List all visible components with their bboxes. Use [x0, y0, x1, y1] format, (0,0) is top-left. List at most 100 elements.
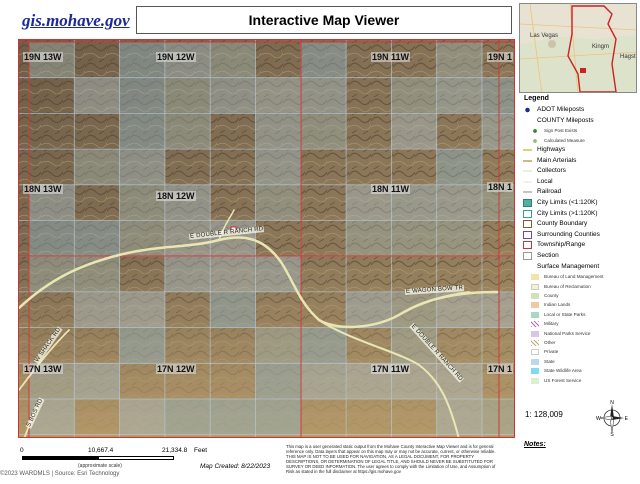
legend-symbol-icon [531, 368, 539, 375]
overview-label: Las Vegas [530, 33, 559, 39]
legend-symbol-icon [531, 358, 539, 365]
legend-item: Main Arterials [523, 156, 576, 166]
section-tint [300, 42, 347, 78]
page-title: Interactive Map Viewer [136, 6, 512, 34]
copyright-watermark: ©2023 WARDMLS | Source: Esri Technology [0, 471, 120, 477]
legend-item: ADOT Mileposts [523, 105, 584, 115]
scale-ratio: 1: 128,009 [525, 410, 563, 419]
map-created-date: Map Created: 8/22/2023 [200, 463, 271, 470]
section-tint [119, 149, 165, 185]
overview-map[interactable]: Las Vegas Kingm Hagst [519, 3, 637, 93]
section-tint [391, 291, 437, 328]
legend-symbol-icon [531, 330, 539, 337]
legend-label: County [544, 293, 559, 298]
township-label: 18N 12W [156, 191, 196, 201]
legend-label: Township/Range [537, 241, 586, 249]
section-tint [300, 327, 347, 364]
township-label: 17N 1 [487, 364, 514, 374]
legend-label: State Wildlife Area [544, 368, 582, 374]
section-tint [255, 113, 301, 150]
legend-item: Local [523, 177, 553, 187]
section-tint [74, 220, 120, 257]
legend-label: State [544, 358, 555, 364]
legend-symbol-icon [523, 199, 532, 207]
north-letter: N [610, 400, 614, 406]
township-label: 17N 11W [371, 364, 411, 374]
legend-symbol-icon [523, 177, 532, 186]
section-tint [391, 77, 437, 114]
legend-title: Legend [524, 95, 549, 102]
legend-label: ADOT Mileposts [537, 106, 585, 113]
scale-bar-white [98, 456, 174, 460]
legend-item: City Limits (<1:120K) [523, 198, 598, 208]
west-letter: W [596, 416, 601, 422]
legend-symbol-icon [523, 106, 532, 114]
section-tint [210, 291, 256, 328]
south-letter: S [610, 432, 614, 436]
section-tint [436, 184, 482, 221]
section-tint [119, 77, 165, 114]
legend-symbol-icon [531, 283, 539, 290]
legend-symbol-icon [523, 252, 532, 260]
section-tint [164, 256, 211, 292]
legend-symbol-icon [523, 230, 532, 239]
legend-item: Surface Management [523, 262, 599, 272]
legend: Legend ADOT Mileposts COUNTY Mileposts Sig… [519, 93, 637, 438]
section-tint [255, 399, 301, 435]
legend-symbol-icon [531, 302, 539, 309]
section-tint [436, 77, 482, 114]
legend-symbol-icon [531, 128, 539, 135]
notes-box: Notes: [519, 441, 637, 481]
legend-symbol-icon [523, 167, 532, 176]
section-tint [300, 363, 347, 399]
legend-label: Local or State Parks [544, 311, 586, 317]
notes-label: Notes: [524, 441, 546, 448]
township-label: 18N 13W [23, 184, 63, 194]
township-label: 18N 11W [371, 184, 411, 194]
section-tint [346, 220, 392, 257]
section-tint [164, 77, 211, 114]
township-label: 17N 13W [23, 364, 63, 374]
section-tint [210, 399, 256, 435]
legend-label: Collectors [537, 167, 566, 175]
section-tint [119, 327, 165, 364]
section-tint [391, 113, 437, 150]
section-tint [210, 77, 256, 114]
legend-label: Indian Lands [544, 302, 571, 308]
main-map[interactable]: 19N 13W 19N 12W 19N 11W 19N 1 18N 13W 18… [18, 39, 515, 438]
legend-symbol-icon [523, 117, 532, 125]
scale-bar-black [22, 456, 98, 460]
legend-label: Main Arterials [537, 156, 577, 164]
legend-item: Surrounding Counties [523, 230, 600, 240]
overview-label: Kingm [592, 44, 610, 50]
scale-note: (approximate scale) [78, 463, 122, 469]
site-link[interactable]: gis.mohave.gov [22, 6, 132, 36]
map-imagery [19, 40, 514, 437]
overview-graphic [520, 4, 636, 92]
township-label: 18N 1 [487, 182, 514, 192]
section-tint [119, 399, 165, 435]
legend-label: Private [544, 349, 559, 355]
legend-item: City Limits (>1:120K) [523, 209, 598, 219]
section-tint [255, 327, 301, 364]
legend-item: Railroad [523, 187, 561, 197]
legend-symbol-icon [531, 274, 539, 281]
legend-label: National Parks Service [544, 330, 591, 336]
legend-label: Bureau of Land Management [544, 274, 604, 280]
legend-label: Railroad [537, 188, 562, 196]
map-print-page: gis.mohave.gov Interactive Map Viewer 19… [0, 0, 640, 484]
legend-label: Highways [537, 146, 566, 153]
legend-label: Surface Management [537, 262, 600, 270]
section-tint [74, 149, 120, 185]
section-tint [255, 77, 301, 114]
disclaimer-text: This map is a user generated static outp… [286, 444, 496, 474]
scale-start: 0 [20, 447, 24, 454]
scale-end: 21,334.8 [162, 447, 188, 454]
legend-symbol-icon [531, 137, 539, 144]
legend-label: Surrounding Counties [537, 230, 600, 238]
legend-item: County Boundary [523, 219, 587, 229]
township-label: 19N 11W [371, 52, 411, 62]
section-tint [164, 113, 211, 150]
section-tint [300, 77, 347, 114]
legend-label: COUNTY Mileposts [537, 116, 594, 124]
